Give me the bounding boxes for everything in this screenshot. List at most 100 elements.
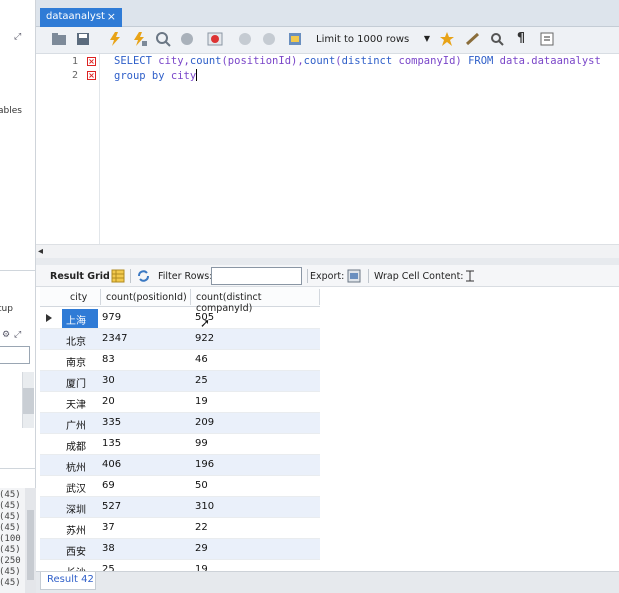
table-cell[interactable]: 广州 xyxy=(66,417,86,432)
table-cell[interactable]: 厦门 xyxy=(66,375,86,390)
table-cell[interactable]: 天津 xyxy=(66,396,86,411)
table-cell[interactable]: 2347 xyxy=(102,333,127,344)
table-cell[interactable]: 922 xyxy=(195,333,214,344)
code-line-1[interactable]: SELECT city,count(positionId),count(dist… xyxy=(114,55,601,67)
column-header-city[interactable]: city xyxy=(70,292,87,303)
code-line-2[interactable]: group by city xyxy=(114,69,198,82)
editor-hscrollbar[interactable]: ◂ xyxy=(36,244,619,258)
table-cell[interactable]: 209 xyxy=(195,417,214,428)
table-cell[interactable]: 25 xyxy=(195,375,208,386)
expand-icon[interactable]: ⤢ xyxy=(14,32,21,42)
limit-rows-select[interactable]: Limit to 1000 rows ▼ xyxy=(312,31,430,50)
star-icon[interactable] xyxy=(438,31,456,47)
log-line: (45) xyxy=(0,545,21,555)
explain-icon[interactable] xyxy=(154,31,172,47)
wrap-cell-icon[interactable] xyxy=(464,269,476,283)
table-cell[interactable]: 46 xyxy=(195,354,208,365)
table-cell[interactable]: 西安 xyxy=(66,543,86,558)
table-row[interactable]: 深圳 527 310 xyxy=(40,497,320,518)
line-gutter: 1 × 2 × xyxy=(36,54,100,244)
toggle-errors-icon[interactable] xyxy=(206,31,224,47)
table-row[interactable]: 南京 83 46 xyxy=(40,350,320,371)
autocommit-icon[interactable] xyxy=(286,31,304,47)
table-cell[interactable]: 979 xyxy=(102,312,121,323)
table-cell[interactable]: 深圳 xyxy=(66,501,86,516)
wrap-cell-label: Wrap Cell Content: xyxy=(374,271,464,282)
scroll-left-icon[interactable]: ◂ xyxy=(38,246,43,257)
table-row[interactable]: 武汉 69 50 xyxy=(40,476,320,497)
table-cell[interactable]: 29 xyxy=(195,543,208,554)
wrap-lines-icon[interactable] xyxy=(538,31,556,47)
scrollbar[interactable] xyxy=(22,414,34,428)
result-grid-button[interactable]: Result Grid xyxy=(50,271,110,282)
filter-rows-input[interactable] xyxy=(211,267,302,285)
table-row[interactable]: 上海 979 505 xyxy=(40,308,320,329)
table-cell[interactable]: 37 xyxy=(102,522,115,533)
table-cell[interactable]: 南京 xyxy=(66,354,86,369)
table-cell[interactable]: 30 xyxy=(102,375,115,386)
table-cell[interactable]: 38 xyxy=(102,543,115,554)
table-cell[interactable]: 69 xyxy=(102,480,115,491)
sql-editor[interactable]: 1 × 2 × SELECT city,count(positionId),co… xyxy=(36,54,619,244)
open-folder-icon[interactable] xyxy=(50,31,68,47)
table-row[interactable]: 北京 2347 922 xyxy=(40,329,320,350)
find-icon[interactable] xyxy=(488,31,506,47)
grid-icon[interactable] xyxy=(111,269,125,283)
table-cell[interactable]: 99 xyxy=(195,438,208,449)
invisible-chars-icon[interactable]: ¶ xyxy=(512,31,530,47)
table-cell[interactable]: 196 xyxy=(195,459,214,470)
close-icon[interactable]: × xyxy=(107,10,116,23)
stop-icon[interactable] xyxy=(178,31,196,47)
table-row[interactable]: 厦门 30 25 xyxy=(40,371,320,392)
panel-splitter[interactable] xyxy=(36,258,619,265)
table-cell[interactable]: 22 xyxy=(195,522,208,533)
table-cell[interactable]: 335 xyxy=(102,417,121,428)
gear-icon[interactable]: ⚙ xyxy=(2,330,10,340)
table-row[interactable]: 广州 335 209 xyxy=(40,413,320,434)
mouse-pointer-icon: ➚ xyxy=(200,316,211,330)
tab-result-42[interactable]: Result 42 xyxy=(40,572,96,590)
table-row[interactable]: 杭州 406 196 xyxy=(40,455,320,476)
table-cell[interactable]: 135 xyxy=(102,438,121,449)
execute-icon[interactable] xyxy=(106,31,124,47)
table-cell[interactable]: 20 xyxy=(102,396,115,407)
beautify-icon[interactable] xyxy=(464,31,482,47)
table-cell[interactable]: 杭州 xyxy=(66,459,86,474)
table-cell[interactable]: 北京 xyxy=(66,333,86,348)
refresh-icon[interactable] xyxy=(136,269,151,283)
table-row[interactable]: 西安 38 29 xyxy=(40,539,320,560)
column-separator[interactable] xyxy=(100,289,101,305)
column-header-count-position[interactable]: count(positionId) xyxy=(106,292,187,303)
table-row[interactable]: 天津 20 19 xyxy=(40,392,320,413)
column-separator[interactable] xyxy=(190,289,191,305)
table-row[interactable]: 成都 135 99 xyxy=(40,434,320,455)
table-cell[interactable]: 成都 xyxy=(66,438,86,453)
table-cell[interactable]: 50 xyxy=(195,480,208,491)
table-row[interactable]: 苏州 37 22 xyxy=(40,518,320,539)
scroll-thumb[interactable] xyxy=(22,388,34,414)
commit-icon[interactable] xyxy=(236,31,254,47)
log-line: (45) xyxy=(0,490,21,500)
table-cell[interactable]: 上海 xyxy=(66,312,86,327)
table-cell[interactable]: 527 xyxy=(102,501,121,512)
filter-input[interactable] xyxy=(0,346,30,364)
log-scroll-thumb[interactable] xyxy=(27,510,34,580)
expand-icon[interactable]: ⤢ xyxy=(14,330,21,340)
tab-dataanalyst[interactable]: dataanalyst × xyxy=(40,8,122,27)
line-number: 1 xyxy=(72,56,79,67)
rollback-icon[interactable] xyxy=(260,31,278,47)
table-cell[interactable]: 武汉 xyxy=(66,480,86,495)
table-cell[interactable]: 310 xyxy=(195,501,214,512)
export-icon[interactable] xyxy=(347,269,361,283)
table-cell[interactable]: 406 xyxy=(102,459,121,470)
log-line: (250 xyxy=(0,556,21,566)
table-cell[interactable]: 苏州 xyxy=(66,522,86,537)
table-cell[interactable]: 19 xyxy=(195,396,208,407)
limit-label: Limit to 1000 rows xyxy=(316,34,410,45)
error-marker-icon: × xyxy=(87,57,96,66)
table-cell[interactable]: 83 xyxy=(102,354,115,365)
scrollbar[interactable] xyxy=(22,372,34,388)
execute-current-icon[interactable] xyxy=(130,31,148,47)
save-icon[interactable] xyxy=(74,31,92,47)
column-separator[interactable] xyxy=(319,289,320,305)
